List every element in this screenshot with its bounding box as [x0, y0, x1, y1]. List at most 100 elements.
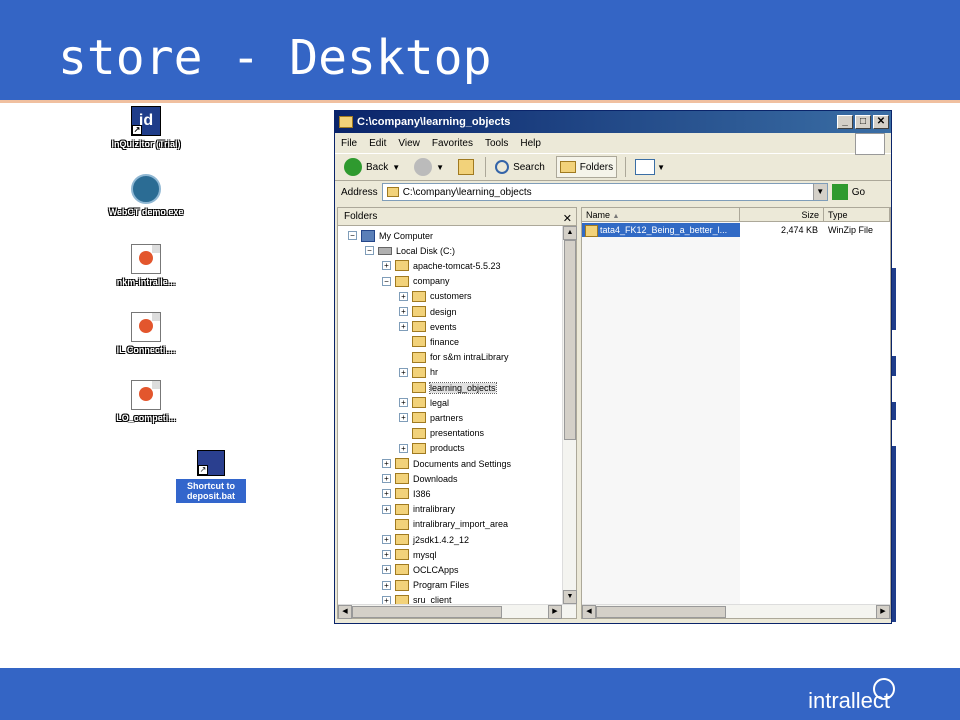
- tree-item[interactable]: + mysql: [382, 547, 437, 562]
- folder-icon: [395, 579, 409, 591]
- tree-item[interactable]: + partners: [399, 410, 463, 425]
- tree-item[interactable]: for s&m intraLibrary: [399, 350, 509, 365]
- up-folder-button[interactable]: [455, 156, 477, 178]
- desktop-icon-lo-competi[interactable]: LO_competi...: [106, 380, 186, 423]
- tree-item[interactable]: − Local Disk (C:): [365, 243, 455, 258]
- computer-icon: [361, 229, 375, 242]
- scrollbar-thumb[interactable]: [564, 240, 576, 440]
- tree-item[interactable]: + I386: [382, 486, 431, 501]
- expand-icon[interactable]: +: [382, 261, 391, 271]
- collapse-icon[interactable]: −: [365, 246, 374, 256]
- tree-item[interactable]: learning_objects: [399, 380, 497, 395]
- scroll-right-button[interactable]: ▶: [876, 605, 890, 619]
- desktop-icon-inquizitor[interactable]: id ↗ InQuizitor (Trial): [106, 106, 186, 149]
- folder-tree: − My Computer − Local Disk (C:) + apache-tomc…: [338, 226, 562, 604]
- batch-shortcut-icon: ↗: [197, 450, 225, 476]
- chevron-down-icon[interactable]: ▼: [436, 163, 444, 172]
- desktop-icon-nkm[interactable]: nkm-intralle...: [106, 244, 186, 287]
- expand-icon[interactable]: +: [382, 504, 391, 514]
- scrollbar-thumb[interactable]: [352, 606, 502, 618]
- scroll-down-button[interactable]: ▼: [563, 590, 577, 604]
- scroll-right-button[interactable]: ▶: [548, 605, 562, 619]
- tree-item[interactable]: + products: [399, 441, 465, 456]
- expand-icon[interactable]: +: [382, 565, 391, 575]
- maximize-button[interactable]: □: [855, 115, 871, 129]
- tree-item[interactable]: + intralibrary: [382, 502, 455, 517]
- window-title: C:\company\learning_objects: [357, 116, 511, 128]
- folder-icon: [395, 518, 409, 530]
- expand-icon[interactable]: +: [399, 291, 408, 301]
- tree-item[interactable]: intralibrary_import_area: [382, 517, 508, 532]
- scroll-left-button[interactable]: ◀: [582, 605, 596, 619]
- tree-item[interactable]: presentations: [399, 426, 484, 441]
- tree-item[interactable]: + events: [399, 319, 457, 334]
- expand-icon[interactable]: +: [399, 398, 408, 408]
- tree-item[interactable]: + design: [399, 304, 457, 319]
- tree-item[interactable]: + Downloads: [382, 471, 458, 486]
- expand-icon[interactable]: +: [382, 535, 391, 544]
- back-button[interactable]: Back ▼: [341, 156, 403, 178]
- column-header-size[interactable]: Size: [740, 208, 824, 221]
- column-size-label: Size: [801, 210, 819, 220]
- minimize-button[interactable]: _: [837, 115, 853, 129]
- expand-icon[interactable]: +: [382, 550, 391, 560]
- address-field[interactable]: C:\company\learning_objects ▼: [381, 183, 828, 201]
- folders-pane-header: Folders ✕: [338, 208, 576, 226]
- window-title-bar[interactable]: C:\company\learning_objects _ □ ✕: [335, 111, 891, 133]
- tree-item[interactable]: finance: [399, 334, 459, 349]
- expand-icon[interactable]: +: [382, 580, 391, 590]
- expand-icon[interactable]: +: [382, 459, 391, 468]
- file-name[interactable]: tata4_FK12_Being_a_better_l...: [582, 223, 740, 237]
- tree-item[interactable]: + OCLCApps: [382, 562, 459, 577]
- scrollbar-thumb[interactable]: [596, 606, 726, 618]
- expand-icon[interactable]: +: [399, 413, 408, 423]
- address-value: C:\company\learning_objects: [402, 186, 532, 198]
- expand-icon[interactable]: +: [382, 489, 391, 499]
- folder-icon: [412, 336, 426, 348]
- menu-tools[interactable]: Tools: [485, 138, 508, 149]
- expand-icon[interactable]: +: [399, 307, 408, 316]
- collapse-icon[interactable]: −: [348, 231, 357, 240]
- scroll-up-button[interactable]: ▲: [563, 226, 577, 240]
- desktop-icon-il-connect[interactable]: IL Connecti....: [106, 312, 186, 355]
- tree-item[interactable]: + apache-tomcat-5.5.23: [382, 258, 501, 273]
- collapse-icon[interactable]: −: [382, 276, 391, 286]
- table-row[interactable]: tata4_FK12_Being_a_better_l... 2,474 KB …: [582, 222, 892, 238]
- tree-item[interactable]: + legal: [399, 395, 449, 410]
- tree-item[interactable]: − company: [382, 274, 450, 289]
- horizontal-scrollbar[interactable]: ◀ ▶: [582, 604, 890, 619]
- sorted-column-shade: [582, 222, 740, 604]
- expand-icon[interactable]: +: [382, 474, 391, 484]
- column-header-name[interactable]: Name ▲: [582, 208, 740, 221]
- menu-help[interactable]: Help: [520, 138, 541, 149]
- expand-icon[interactable]: +: [399, 322, 408, 332]
- horizontal-scrollbar[interactable]: ◀ ▶: [338, 604, 576, 619]
- menu-file[interactable]: File: [341, 138, 357, 149]
- forward-button[interactable]: ▼: [411, 156, 447, 178]
- chevron-down-icon[interactable]: ▼: [812, 184, 827, 200]
- desktop-icon-deposit-shortcut[interactable]: ↗ Shortcut to deposit.bat: [176, 450, 246, 503]
- expand-icon[interactable]: +: [399, 367, 408, 377]
- close-button[interactable]: ✕: [873, 115, 889, 129]
- expand-icon[interactable]: +: [399, 443, 408, 453]
- scroll-left-button[interactable]: ◀: [338, 605, 352, 619]
- tree-item[interactable]: + sru_client: [382, 593, 452, 604]
- tree-item[interactable]: + hr: [399, 365, 438, 380]
- menu-edit[interactable]: Edit: [369, 138, 386, 149]
- desktop-icon-webct[interactable]: WebCT demo.exe: [106, 174, 186, 217]
- tree-item[interactable]: + customers: [399, 289, 472, 304]
- menu-view[interactable]: View: [398, 138, 420, 149]
- folders-button[interactable]: Folders: [555, 156, 618, 178]
- views-button[interactable]: ▼: [632, 156, 668, 178]
- chevron-down-icon[interactable]: ▼: [392, 163, 400, 172]
- tree-item[interactable]: + Program Files: [382, 578, 469, 593]
- column-header-type[interactable]: Type: [824, 208, 890, 221]
- menu-favorites[interactable]: Favorites: [432, 138, 473, 149]
- go-button[interactable]: Go: [831, 184, 865, 200]
- search-button[interactable]: Search: [492, 156, 548, 178]
- vertical-scrollbar[interactable]: ▲ ▼: [562, 226, 577, 604]
- tree-item[interactable]: − My Computer: [348, 228, 433, 243]
- tree-item[interactable]: + Documents and Settings: [382, 456, 511, 471]
- tree-item[interactable]: + j2sdk1.4.2_12: [382, 532, 469, 547]
- expand-icon[interactable]: +: [382, 595, 391, 604]
